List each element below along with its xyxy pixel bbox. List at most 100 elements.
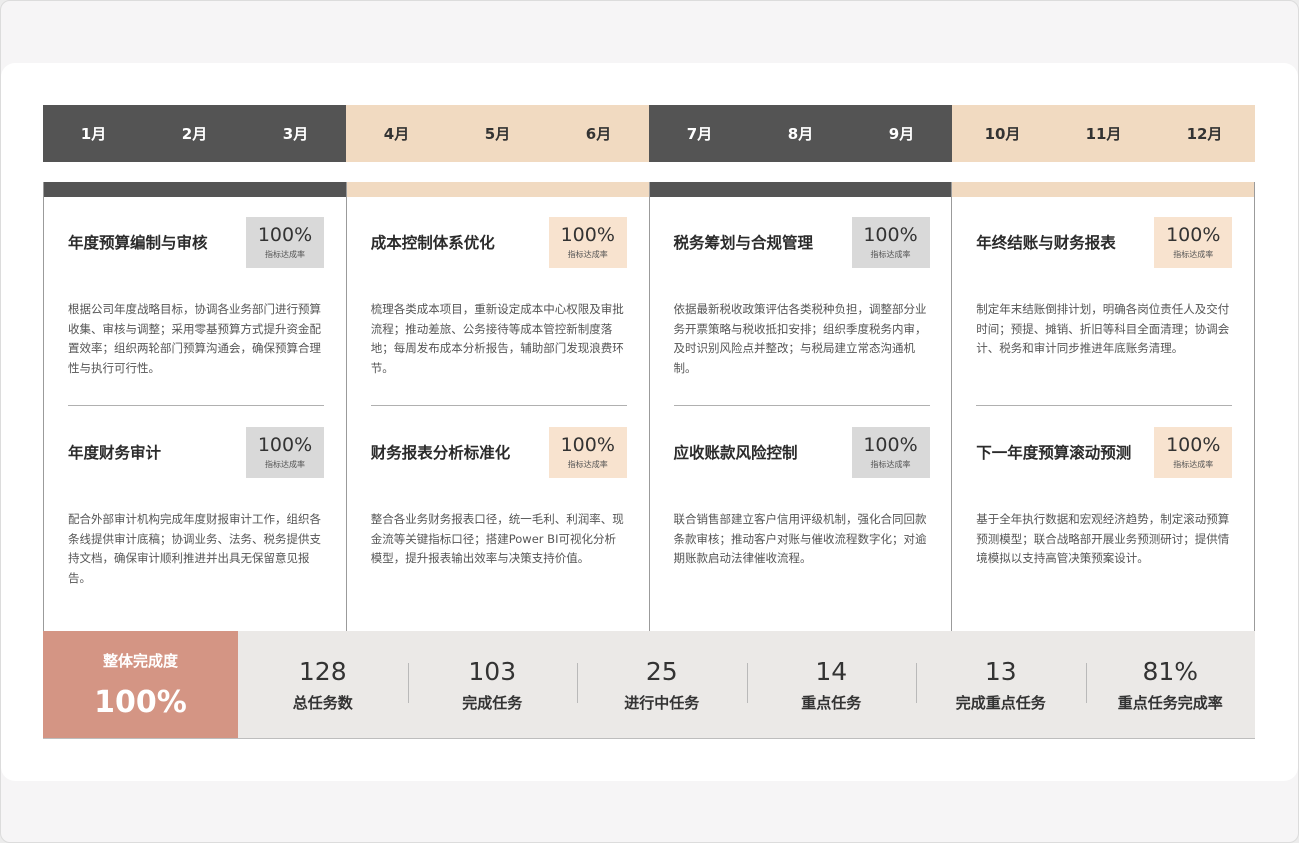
task-card: 年终结账与财务报表 100% 指标达成率 制定年末结账倒排计划，明确各岗位责任人… xyxy=(976,216,1233,359)
achievement-badge: 100% 指标达成率 xyxy=(1154,216,1233,268)
quarter-4: 10月 11月 12月 xyxy=(952,105,1255,162)
badge-label: 指标达成率 xyxy=(1173,250,1214,259)
stat-completed-tasks: 103 完成任务 xyxy=(407,656,578,713)
achievement-badge: 100% 指标达成率 xyxy=(246,426,324,478)
task-title: 应收账款风险控制 xyxy=(673,444,798,462)
badge-label: 指标达成率 xyxy=(265,460,305,469)
month-timeline: 1月 2月 3月 4月 5月 6月 7月 8月 9月 10月 11月 12月 xyxy=(43,105,1255,162)
stat-label: 总任务数 xyxy=(292,693,353,712)
badge-value: 100% xyxy=(257,224,313,246)
task-divider xyxy=(673,405,930,406)
stat-label: 重点任务 xyxy=(801,693,862,712)
achievement-badge: 100% 指标达成率 xyxy=(851,426,930,478)
stat-completed-key-tasks: 13 完成重点任务 xyxy=(916,657,1086,713)
task-card: 财务报表分析标准化 100% 指标达成率 整合各业务财务报表口径，统一毛利、利润… xyxy=(371,426,627,569)
task-card: 成本控制体系优化 100% 指标达成率 梳理各类成本项目，重新设定成本中心权限及… xyxy=(371,216,627,378)
task-title: 财务报表分析标准化 xyxy=(370,444,511,462)
quarter-column-3: 税务筹划与合规管理 100% 指标达成率 依据最新税收政策评估各类税种负担，调整… xyxy=(648,182,952,632)
stat-value: 13 xyxy=(984,656,1017,686)
stat-row: 128 总任务数 103 完成任务 25 进行中任务 14 重点任务 13 完成… xyxy=(238,631,1255,738)
month-label: 1月 xyxy=(80,125,107,143)
column-header-bar xyxy=(649,182,952,197)
overall-value: 100% xyxy=(94,684,187,720)
badge-value: 100% xyxy=(257,434,313,456)
month-label: 6月 xyxy=(585,125,612,143)
achievement-badge: 100% 指标达成率 xyxy=(548,426,627,478)
task-description: 整合各业务财务报表口径，统一毛利、利润率、现金流等关键指标口径；搭建Power … xyxy=(370,512,624,565)
quarter-column-4: 年终结账与财务报表 100% 指标达成率 制定年末结账倒排计划，明确各岗位责任人… xyxy=(951,182,1255,632)
stat-label: 重点任务完成率 xyxy=(1117,693,1223,712)
task-title: 年终结账与财务报表 xyxy=(976,234,1116,252)
task-divider xyxy=(370,405,627,406)
task-description: 制定年末结账倒排计划，明确各岗位责任人及交付时间；预提、摊销、折旧等科目全面清理… xyxy=(976,302,1230,355)
achievement-badge: 100% 指标达成率 xyxy=(548,216,627,268)
task-divider xyxy=(68,405,324,406)
task-card: 年度预算编制与审核 100% 指标达成率 根据公司年度战略目标，协调各业务部门进… xyxy=(68,216,324,378)
overall-completion: 整体完成度 100% xyxy=(43,631,238,738)
task-description: 基于全年执行数据和宏观经济趋势，制定滚动预算预测模型；联合战略部开展业务预测研讨… xyxy=(976,512,1230,565)
quarter-column-1: 年度预算编制与审核 100% 指标达成率 根据公司年度战略目标，协调各业务部门进… xyxy=(43,182,346,632)
badge-label: 指标达成率 xyxy=(1173,460,1214,469)
task-card: 年度财务审计 100% 指标达成率 配合外部审计机构完成年度财报审计工作，组织各… xyxy=(68,426,324,588)
month-label: 10月 xyxy=(984,125,1021,143)
task-description: 梳理各类成本项目，重新设定成本中心权限及审批流程；推动差旅、公务接待等成本管控新… xyxy=(370,302,624,375)
badge-value: 100% xyxy=(1166,434,1221,456)
task-title: 年度预算编制与审核 xyxy=(68,234,208,252)
task-description: 联合销售部建立客户信用评级机制，强化合同回款条款审核；推动客户对账与催收流程数字… xyxy=(673,512,927,565)
stat-key-tasks: 14 重点任务 xyxy=(746,656,917,713)
badge-value: 100% xyxy=(560,224,615,246)
achievement-badge: 100% 指标达成率 xyxy=(1154,426,1233,478)
achievement-badge: 100% 指标达成率 xyxy=(246,216,324,268)
task-card: 应收账款风险控制 100% 指标达成率 联合销售部建立客户信用评级机制，强化合同… xyxy=(674,426,930,569)
badge-label: 指标达成率 xyxy=(567,460,608,469)
stat-value: 81% xyxy=(1142,656,1199,686)
task-description: 配合外部审计机构完成年度财报审计工作，组织各条线提供审计底稿；协调业务、法务、税… xyxy=(68,512,321,585)
month-label: 3月 xyxy=(282,125,309,143)
stat-in-progress-tasks: 25 进行中任务 xyxy=(577,657,747,713)
quarter-column-2: 成本控制体系优化 100% 指标达成率 梳理各类成本项目，重新设定成本中心权限及… xyxy=(345,182,649,632)
month-label: 9月 xyxy=(888,125,915,143)
month-label: 5月 xyxy=(484,125,511,143)
month-label: 7月 xyxy=(686,125,713,143)
badge-value: 100% xyxy=(560,434,615,456)
task-title: 年度财务审计 xyxy=(68,444,162,462)
badge-value: 100% xyxy=(1166,224,1221,246)
achievement-badge: 100% 指标达成率 xyxy=(851,216,930,268)
column-header-bar xyxy=(44,182,346,197)
stat-key-task-rate: 81% 重点任务完成率 xyxy=(1085,656,1256,713)
task-description: 依据最新税收政策评估各类税种负担，调整部分业务开票策略与税收抵扣安排；组织季度税… xyxy=(673,302,927,375)
column-header-bar xyxy=(952,182,1254,197)
stat-value: 103 xyxy=(468,656,517,686)
badge-label: 指标达成率 xyxy=(265,250,305,259)
task-title: 成本控制体系优化 xyxy=(370,234,495,252)
slide-canvas: 1月 2月 3月 4月 5月 6月 7月 8月 9月 10月 11月 12月 年… xyxy=(1,63,1298,781)
stat-value: 25 xyxy=(645,656,678,686)
task-title: 税务筹划与合规管理 xyxy=(673,234,814,252)
badge-label: 指标达成率 xyxy=(870,460,911,469)
task-title: 下一年度预算滚动预测 xyxy=(976,444,1132,462)
stat-value: 128 xyxy=(298,656,347,686)
badge-label: 指标达成率 xyxy=(567,250,608,259)
month-label: 8月 xyxy=(787,125,814,143)
badge-label: 指标达成率 xyxy=(870,250,911,259)
quarter-2: 4月 5月 6月 xyxy=(346,105,649,162)
month-label: 11月 xyxy=(1085,125,1122,143)
stat-total-tasks: 128 总任务数 xyxy=(238,657,408,713)
column-header-bar xyxy=(346,182,649,197)
stat-label: 完成任务 xyxy=(462,693,523,712)
month-label: 12月 xyxy=(1186,125,1223,143)
stat-value: 14 xyxy=(815,656,848,686)
task-card: 下一年度预算滚动预测 100% 指标达成率 基于全年执行数据和宏观经济趋势，制定… xyxy=(976,426,1233,569)
stat-label: 进行中任务 xyxy=(624,693,700,712)
overall-label: 整体完成度 xyxy=(102,651,178,670)
badge-value: 100% xyxy=(863,434,918,456)
stat-label: 完成重点任务 xyxy=(955,693,1046,712)
month-label: 4月 xyxy=(383,125,410,143)
quarter-3: 7月 8月 9月 xyxy=(649,105,952,162)
month-label: 2月 xyxy=(181,125,208,143)
task-divider xyxy=(976,405,1233,406)
task-description: 根据公司年度战略目标，协调各业务部门进行预算收集、审核与调整；采用零基预算方式提… xyxy=(68,302,321,375)
summary-bar: 整体完成度 100% 128 总任务数 103 完成任务 25 进行中任务 14 xyxy=(43,631,1255,739)
quarter-1: 1月 2月 3月 xyxy=(43,105,346,162)
badge-value: 100% xyxy=(863,224,918,246)
